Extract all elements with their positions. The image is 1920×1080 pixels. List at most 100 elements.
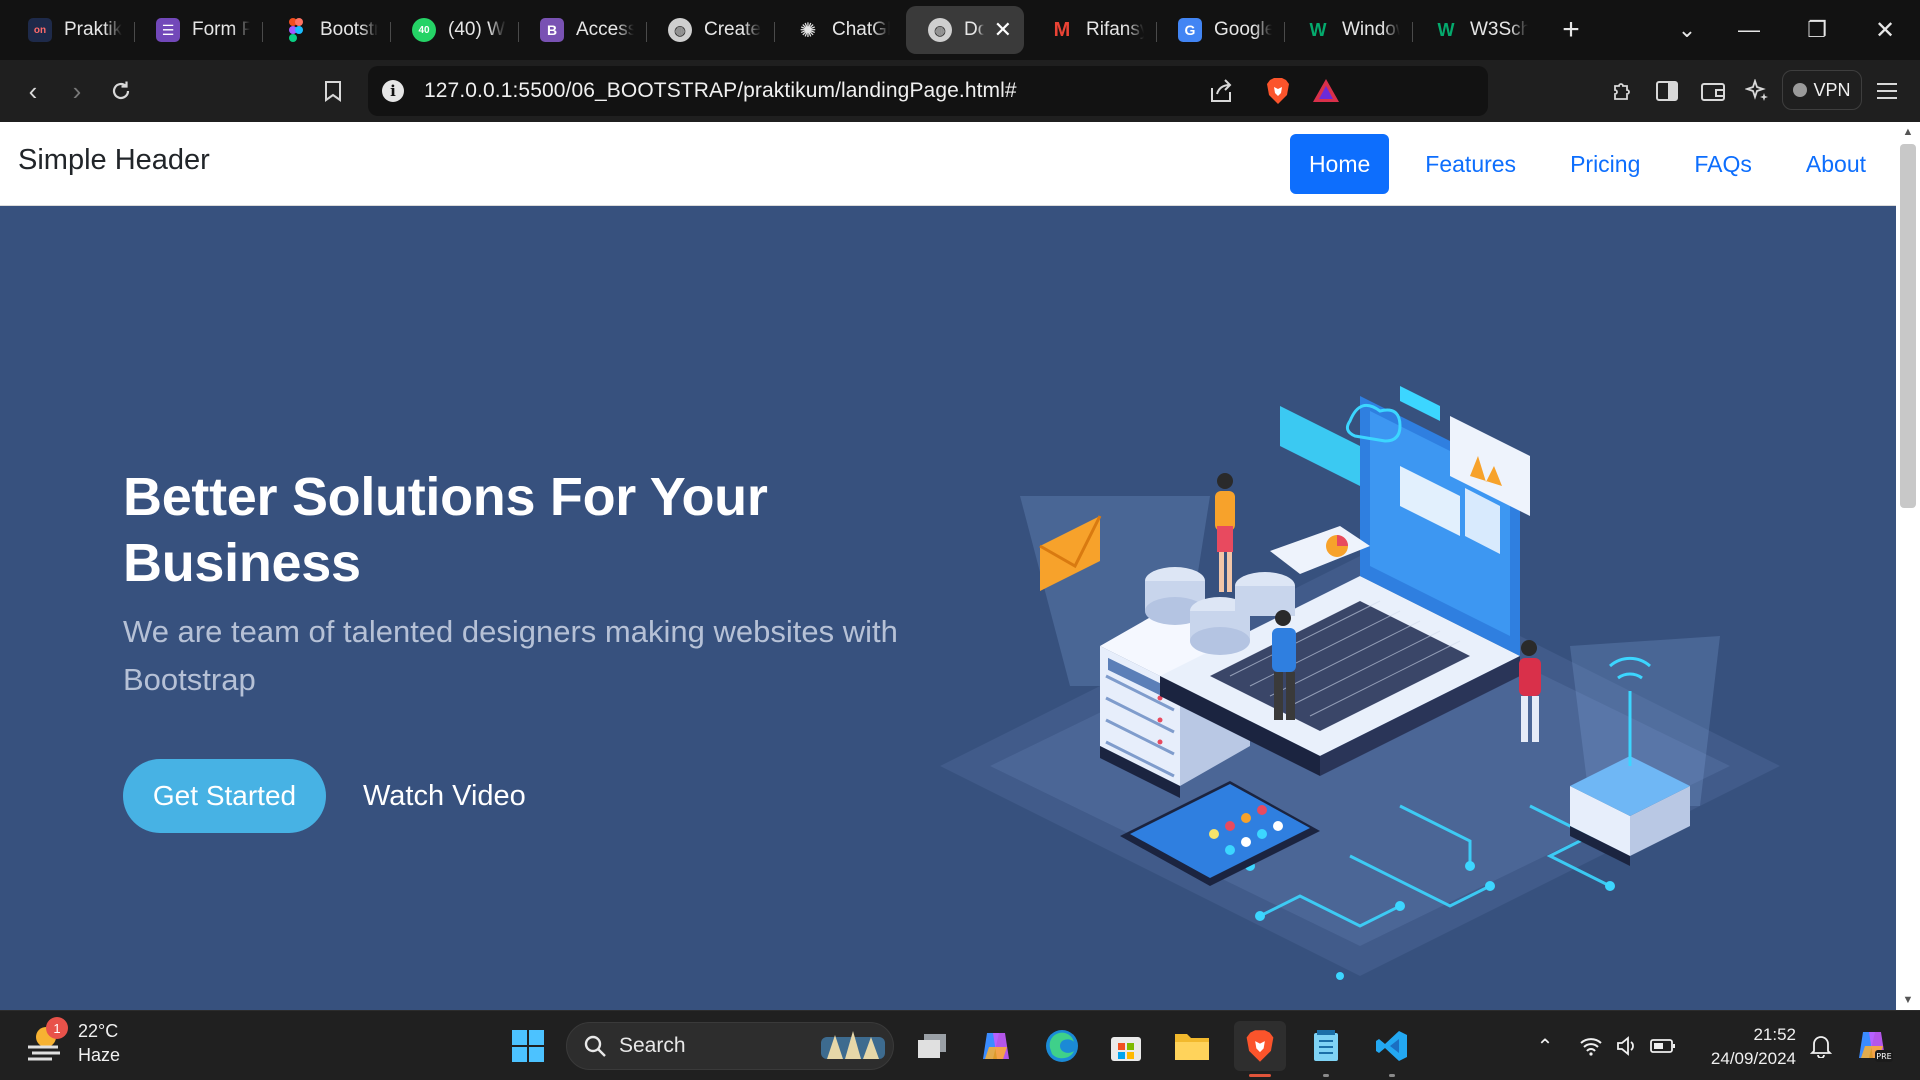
tab-w3schools[interactable]: W W3Schools <box>1412 6 1540 54</box>
get-started-button[interactable]: Get Started <box>123 759 326 833</box>
address-text[interactable]: 127.0.0.1:5500/06_BOOTSTRAP/praktikum/la… <box>424 79 1017 103</box>
reload-button[interactable] <box>100 70 142 112</box>
brave-shields-icon[interactable] <box>1266 77 1290 110</box>
battery-icon[interactable] <box>1648 1021 1678 1071</box>
bookmark-button[interactable] <box>312 70 354 112</box>
wifi-icon[interactable] <box>1576 1021 1606 1071</box>
tab-label: W3Schools <box>1470 19 1528 40</box>
screen: onPraktikum ☰Form Pendaftaran Bootstrap … <box>0 0 1920 1080</box>
tab-translate[interactable]: G Google Translate <box>1156 6 1284 54</box>
vpn-button[interactable]: VPN <box>1782 70 1862 110</box>
scroll-down-arrow-icon[interactable]: ▼ <box>1896 990 1920 1010</box>
tab-label: Form Pendaftaran <box>192 19 250 40</box>
globe-icon: ◍ <box>668 18 692 42</box>
search-placeholder: Search <box>619 1034 686 1057</box>
copilot-button[interactable] <box>970 1021 1022 1071</box>
sidebar-button[interactable] <box>1646 70 1688 112</box>
whatsapp-icon: 40 <box>412 18 436 42</box>
w3schools-icon: W <box>1309 19 1327 40</box>
tab-label: Google Translate <box>1214 19 1272 40</box>
nav-home[interactable]: Home <box>1289 134 1390 194</box>
tab-label: Document <box>964 19 984 40</box>
tab-label: Create <box>704 19 762 40</box>
puzzle-icon <box>1614 83 1630 100</box>
brand-title[interactable]: Simple Header <box>18 144 210 177</box>
tab-label: (40) WhatsApp <box>448 19 506 40</box>
wallet-icon <box>1701 83 1725 101</box>
back-button[interactable]: ‹ <box>12 70 54 112</box>
share-icon[interactable] <box>1208 78 1234 109</box>
tab-label: ChatGPT <box>832 19 890 40</box>
scrollbar-thumb[interactable] <box>1900 144 1916 508</box>
haze-weather-icon: 1 <box>24 1017 68 1063</box>
running-app-indicator <box>1389 1074 1395 1077</box>
extensions-button[interactable] <box>1602 70 1644 112</box>
taskbar-clock[interactable]: 21:52 24/09/2024 <box>1694 1023 1796 1071</box>
vpn-status-icon <box>1793 83 1808 97</box>
leo-ai-button[interactable] <box>1736 70 1778 112</box>
show-hidden-icons-button[interactable]: ⌃ <box>1530 1021 1560 1071</box>
brave-rewards-icon[interactable] <box>1312 78 1340 109</box>
close-window-button[interactable]: ✕ <box>1850 0 1920 60</box>
clock-time: 21:52 <box>1753 1025 1796 1044</box>
minimize-button[interactable]: — <box>1714 0 1784 60</box>
clock-date: 24/09/2024 <box>1710 1049 1796 1068</box>
sparkle-icon <box>1745 79 1768 101</box>
tab-form[interactable]: ☰ Form Pendaftaran <box>134 6 262 54</box>
task-view-icon <box>918 1034 946 1058</box>
vscode-button[interactable] <box>1366 1021 1418 1077</box>
wallet-button[interactable] <box>1692 70 1734 112</box>
vpn-label: VPN <box>1813 79 1851 100</box>
nav-pricing[interactable]: Pricing <box>1552 134 1658 194</box>
tab-search-chevron-icon[interactable]: ⌄ <box>1652 0 1722 60</box>
weather-widget[interactable]: 1 22°C Haze <box>24 1017 121 1067</box>
restore-button[interactable]: ❐ <box>1782 0 1852 60</box>
tab-label: Rifansyah <box>1086 19 1144 40</box>
watch-video-button[interactable]: Watch Video <box>363 759 526 833</box>
tab-strip: onPraktikum ☰Form Pendaftaran Bootstrap … <box>0 0 1920 60</box>
folder-icon <box>1175 1034 1209 1060</box>
nav-about[interactable]: About <box>1788 134 1884 194</box>
tab-window[interactable]: W Window <box>1284 6 1412 54</box>
tab-label: Window <box>1342 19 1400 40</box>
browser-toolbar: ‹ › i 127.0.0.1:5500/06_BOOTSTRAP/prakti… <box>0 60 1920 122</box>
nav-faqs[interactable]: FAQs <box>1676 134 1770 194</box>
tab-gmail[interactable]: M Rifansyah <box>1028 6 1156 54</box>
tab-whatsapp[interactable]: 40 (40) WhatsApp <box>390 6 518 54</box>
edge-button[interactable] <box>1036 1021 1088 1071</box>
chatgpt-icon: ✺ <box>799 19 817 42</box>
notepad-icon <box>1314 1030 1338 1061</box>
tab-label: Bootstrap <box>320 19 378 40</box>
weather-badge: 1 <box>46 1017 68 1039</box>
file-explorer-button[interactable] <box>1166 1021 1218 1071</box>
tab-praktikum[interactable]: on Praktikum <box>6 6 134 54</box>
notification-bell-icon[interactable] <box>1806 1021 1836 1071</box>
task-view-button[interactable] <box>906 1021 958 1071</box>
nav-features[interactable]: Features <box>1407 134 1534 194</box>
weather-desc: Haze <box>78 1045 121 1065</box>
tab-bootstrap[interactable]: Bootstrap <box>262 6 390 54</box>
brave-taskbar-button[interactable] <box>1234 1021 1286 1077</box>
w3schools-icon: W <box>1437 19 1455 40</box>
close-tab-icon[interactable]: ✕ <box>988 17 1012 43</box>
notepad-button[interactable] <box>1300 1021 1352 1077</box>
new-tab-button[interactable]: + <box>1548 7 1594 53</box>
menu-button[interactable] <box>1866 70 1908 112</box>
taskbar-search[interactable]: Search <box>566 1022 894 1070</box>
vertical-scrollbar[interactable]: ▲ ▼ <box>1896 122 1920 1010</box>
tab-accessibility[interactable]: B Accessibility <box>518 6 646 54</box>
tab-document-active[interactable]: ◍ Document✕ <box>906 6 1024 54</box>
start-button[interactable] <box>502 1021 554 1071</box>
volume-icon[interactable] <box>1612 1021 1642 1071</box>
tab-create[interactable]: ◍ Create <box>646 6 774 54</box>
store-button[interactable] <box>1100 1021 1152 1071</box>
figma-icon <box>284 18 308 42</box>
main-nav: Home Features Pricing FAQs About <box>1272 134 1884 194</box>
address-bar[interactable]: i 127.0.0.1:5500/06_BOOTSTRAP/praktikum/… <box>368 66 1488 116</box>
taskbar: 1 22°C Haze Search ⌃ 21:52 24/09/2024 PR… <box>0 1010 1920 1080</box>
site-info-icon[interactable]: i <box>382 80 404 102</box>
scroll-up-arrow-icon[interactable]: ▲ <box>1896 122 1920 142</box>
forward-button[interactable]: › <box>56 70 98 112</box>
tab-chatgpt[interactable]: ✺ ChatGPT <box>774 6 902 54</box>
copilot-pre-icon[interactable]: PRE <box>1852 1021 1896 1071</box>
